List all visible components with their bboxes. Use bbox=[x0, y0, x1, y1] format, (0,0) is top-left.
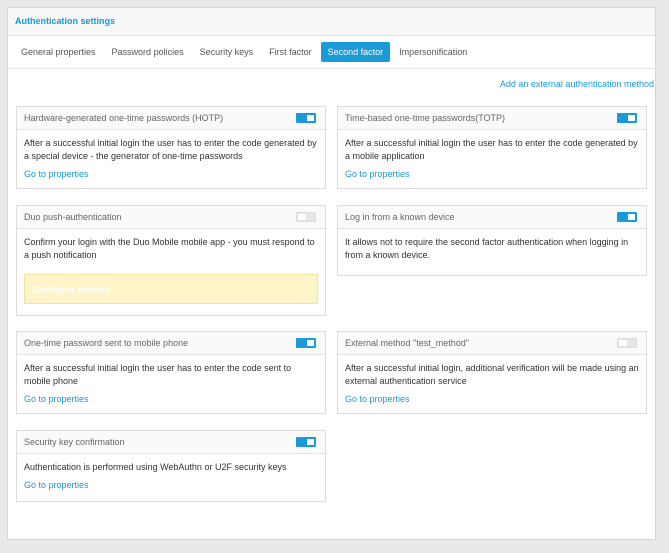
card-sms-otp: One-time password sent to mobile phone A… bbox=[16, 331, 326, 414]
card-description: After a successful initial login the use… bbox=[345, 138, 638, 161]
sms-otp-toggle[interactable] bbox=[296, 338, 316, 348]
card-body: After a successful initial login, additi… bbox=[338, 355, 646, 406]
card-description: After a successful initial login the use… bbox=[24, 138, 317, 161]
card-description: It allows not to require the second fact… bbox=[345, 237, 629, 260]
panel-title: Authentication settings bbox=[15, 16, 116, 26]
card-known-device: Log in from a known device It allows not… bbox=[337, 205, 647, 276]
card-hotp: Hardware-generated one-time passwords (H… bbox=[16, 106, 326, 189]
go-to-properties-link[interactable]: Go to properties bbox=[24, 479, 318, 492]
card-body: Authentication is performed using WebAut… bbox=[17, 454, 325, 492]
card-header: Hardware-generated one-time passwords (H… bbox=[17, 107, 325, 130]
card-totp: Time-based one-time passwords(TOTP) Afte… bbox=[337, 106, 647, 189]
tab-bar: General properties Password policies Sec… bbox=[8, 36, 655, 69]
card-body: Confirm your login with the Duo Mobile m… bbox=[17, 229, 325, 304]
card-header: Log in from a known device bbox=[338, 206, 646, 229]
card-title: External method "test_method" bbox=[345, 338, 469, 348]
card-external-method: External method "test_method" After a su… bbox=[337, 331, 647, 414]
card-description: After a successful initial login, additi… bbox=[345, 363, 639, 386]
tab-password-policies[interactable]: Password policies bbox=[105, 42, 191, 62]
card-title: Log in from a known device bbox=[345, 212, 455, 222]
tab-first-factor[interactable]: First factor bbox=[262, 42, 319, 62]
go-to-properties-link[interactable]: Go to properties bbox=[345, 168, 639, 181]
card-title: Time-based one-time passwords(TOTP) bbox=[345, 113, 506, 123]
go-to-properties-link[interactable]: Go to properties bbox=[24, 168, 318, 181]
tab-security-keys[interactable]: Security keys bbox=[193, 42, 261, 62]
card-body: After a successful initial login the use… bbox=[17, 130, 325, 181]
card-header: Security key confirmation bbox=[17, 431, 325, 454]
card-title: One-time password sent to mobile phone bbox=[24, 338, 189, 348]
card-header: One-time password sent to mobile phone bbox=[17, 332, 325, 355]
configure-method-button[interactable]: Configure method bbox=[24, 274, 318, 304]
card-body: After a successful initial login the use… bbox=[17, 355, 325, 406]
card-body: After a successful initial login the use… bbox=[338, 130, 646, 181]
card-security-key: Security key confirmation Authentication… bbox=[16, 430, 326, 502]
card-title: Security key confirmation bbox=[24, 437, 125, 447]
go-to-properties-link[interactable]: Go to properties bbox=[24, 393, 318, 406]
tab-general-properties[interactable]: General properties bbox=[14, 42, 103, 62]
known-device-toggle[interactable] bbox=[617, 212, 637, 222]
external-method-toggle[interactable] bbox=[617, 338, 637, 348]
card-body: It allows not to require the second fact… bbox=[338, 229, 646, 262]
card-title: Duo push-authentication bbox=[24, 212, 122, 222]
tab-impersonification[interactable]: Impersonification bbox=[392, 42, 474, 62]
card-title: Hardware-generated one-time passwords (H… bbox=[24, 113, 224, 123]
go-to-properties-link[interactable]: Go to properties bbox=[345, 393, 639, 406]
card-header: Time-based one-time passwords(TOTP) bbox=[338, 107, 646, 130]
duo-toggle[interactable] bbox=[296, 212, 316, 222]
security-key-toggle[interactable] bbox=[296, 437, 316, 447]
card-header: External method "test_method" bbox=[338, 332, 646, 355]
hotp-toggle[interactable] bbox=[296, 113, 316, 123]
tab-second-factor[interactable]: Second factor bbox=[320, 42, 391, 62]
panel-header: Authentication settings bbox=[8, 8, 655, 36]
card-description: After a successful initial login the use… bbox=[24, 363, 292, 386]
card-description: Confirm your login with the Duo Mobile m… bbox=[24, 237, 315, 260]
card-duo: Duo push-authentication Confirm your log… bbox=[16, 205, 326, 316]
card-description: Authentication is performed using WebAut… bbox=[24, 462, 287, 472]
card-header: Duo push-authentication bbox=[17, 206, 325, 229]
add-external-method-link[interactable]: Add an external authentication method bbox=[500, 79, 654, 89]
totp-toggle[interactable] bbox=[617, 113, 637, 123]
